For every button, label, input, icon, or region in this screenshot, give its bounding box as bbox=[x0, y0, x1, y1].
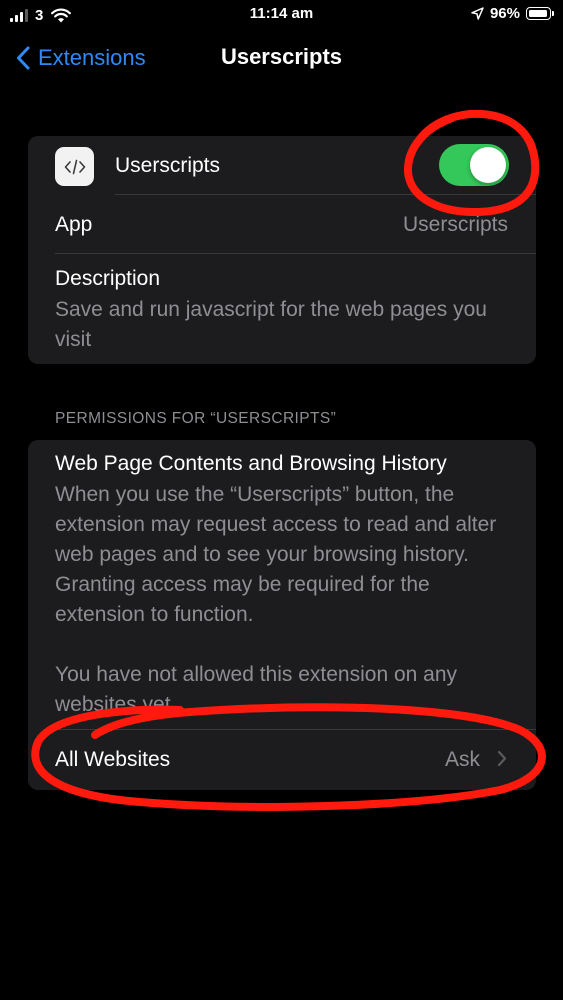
page-title: Userscripts bbox=[220, 44, 343, 69]
extension-card: Userscripts App Userscripts Description … bbox=[28, 136, 536, 364]
description-text: Save and run javascript for the web page… bbox=[55, 298, 487, 351]
battery-icon bbox=[526, 7, 554, 20]
all-websites-value: Ask bbox=[444, 748, 480, 771]
permission-note: You have not allowed this extension on a… bbox=[55, 663, 458, 716]
permission-description: When you use the “Userscripts” button, t… bbox=[55, 483, 497, 626]
extension-name: Userscripts bbox=[115, 154, 221, 177]
toggle-knob bbox=[470, 147, 506, 183]
description-label: Description bbox=[55, 267, 161, 290]
app-value: Userscripts bbox=[402, 213, 508, 236]
permission-title: Web Page Contents and Browsing History bbox=[55, 452, 447, 475]
status-right: 96% bbox=[471, 5, 554, 22]
all-websites-label: All Websites bbox=[55, 748, 171, 771]
location-arrow-icon bbox=[471, 7, 484, 20]
row-separator bbox=[55, 253, 536, 254]
app-label: App bbox=[55, 213, 93, 236]
code-brackets-icon bbox=[55, 147, 94, 186]
all-websites-row[interactable]: All Websites Ask bbox=[28, 730, 536, 790]
battery-level-fill bbox=[528, 9, 547, 17]
extension-enabled-toggle[interactable] bbox=[439, 144, 509, 186]
permissions-card: Web Page Contents and Browsing History W… bbox=[28, 440, 536, 790]
chevron-right-icon bbox=[497, 750, 507, 772]
navigation-bar: Extensions Userscripts bbox=[0, 36, 563, 80]
permissions-section-header: PERMISSIONS FOR “USERSCRIPTS” bbox=[55, 410, 337, 427]
battery-percent: 96% bbox=[489, 5, 520, 22]
status-bar: 3 11:14 am 96% bbox=[0, 0, 563, 30]
row-separator bbox=[115, 194, 536, 195]
